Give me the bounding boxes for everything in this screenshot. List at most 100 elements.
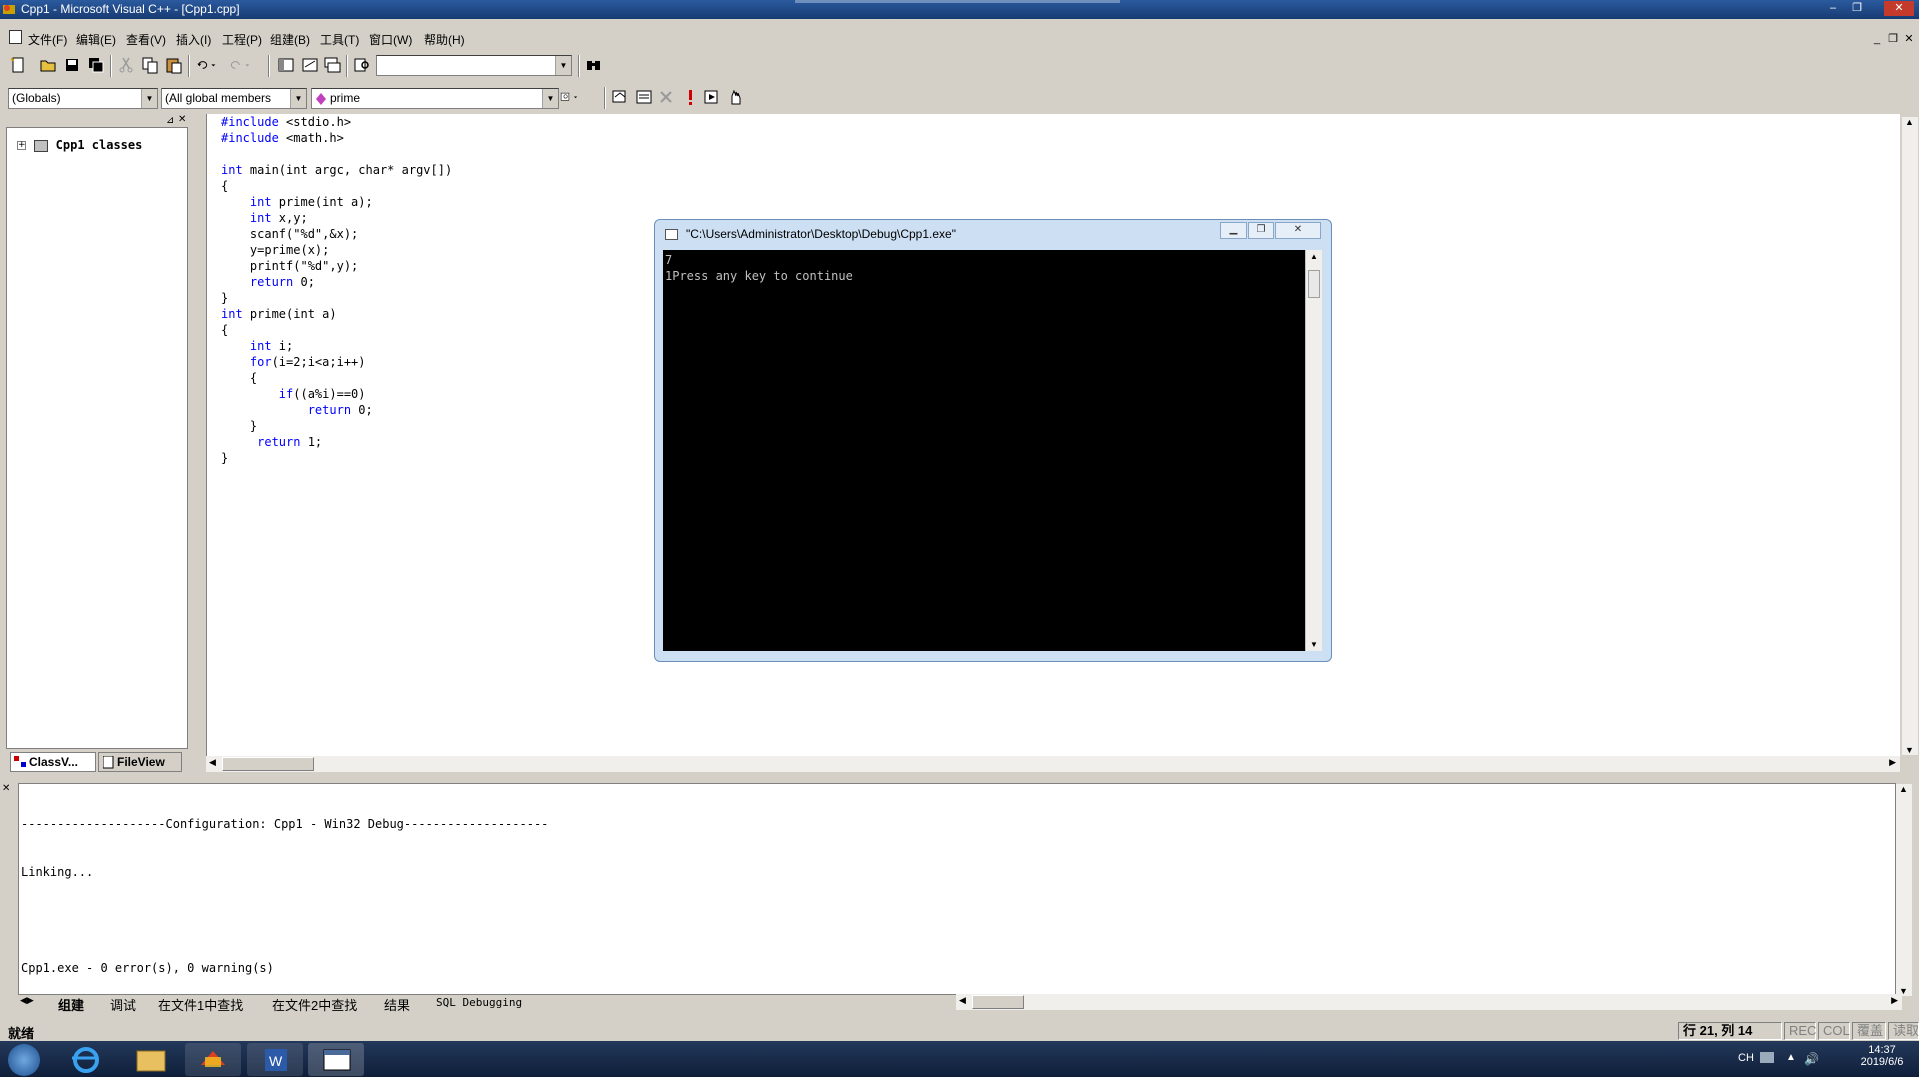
mdi-minimize-icon[interactable]: _ — [1870, 33, 1884, 46]
console-screen[interactable]: 7 1Press any key to continue — [663, 250, 1305, 651]
language-indicator[interactable]: CH — [1738, 1052, 1754, 1064]
file-explorer-icon[interactable] — [123, 1043, 179, 1076]
cut-icon[interactable] — [116, 55, 136, 75]
new-file-icon[interactable] — [8, 55, 28, 75]
output-panel-grip[interactable]: ✕ — [2, 783, 16, 803]
console-close-button[interactable]: ✕ — [1275, 222, 1321, 239]
console-restore-button[interactable]: ❐ — [1248, 222, 1274, 239]
menu-view[interactable]: 查看(V) — [126, 31, 166, 48]
redo-icon[interactable] — [230, 55, 260, 75]
start-button-icon[interactable] — [8, 1044, 40, 1076]
scroll-down-icon[interactable]: ▼ — [1310, 640, 1318, 649]
scroll-right-icon[interactable]: ▶ — [1889, 757, 1896, 768]
panel-dock-icon[interactable]: ⊿ — [166, 115, 174, 126]
undo-icon[interactable] — [196, 55, 226, 75]
scroll-up-icon[interactable]: ▲ — [1905, 117, 1914, 127]
scroll-left-icon[interactable]: ◀ — [959, 995, 966, 1006]
breakpoint-hand-icon[interactable] — [726, 87, 746, 107]
editor-horizontal-scrollbar[interactable]: ◀ ▶ — [206, 756, 1900, 772]
editor-vertical-scrollbar[interactable]: ▲ ▼ — [1902, 117, 1918, 755]
word-icon[interactable]: W — [247, 1043, 303, 1076]
scroll-thumb[interactable] — [972, 995, 1024, 1009]
find-in-files-icon[interactable] — [352, 55, 372, 75]
menu-edit[interactable]: 编辑(E) — [76, 31, 116, 48]
chevron-down-icon[interactable]: ▼ — [141, 89, 157, 108]
workspace-icon[interactable] — [276, 55, 296, 75]
minimize-button[interactable]: – — [1822, 1, 1844, 16]
panel-grip[interactable]: ⊿ ✕ — [6, 114, 188, 126]
members-combo[interactable]: (All global members ▼ — [161, 88, 307, 109]
save-all-icon[interactable] — [86, 55, 106, 75]
close-button[interactable]: ✕ — [1884, 1, 1914, 16]
tab-sql-debugging[interactable]: SQL Debugging — [436, 996, 522, 1009]
menu-tools[interactable]: 工具(T) — [320, 31, 359, 48]
keyboard-icon[interactable] — [1760, 1052, 1774, 1063]
menu-build[interactable]: 组建(B) — [270, 31, 310, 48]
paste-icon[interactable] — [164, 55, 184, 75]
scroll-thumb[interactable] — [1308, 270, 1320, 298]
output-vertical-scrollbar[interactable]: ▲ ▼ — [1896, 784, 1912, 996]
code-line: return 1; — [221, 434, 452, 450]
output-horizontal-scrollbar[interactable]: ◀ ▶ — [956, 994, 1902, 1010]
console-window[interactable]: "C:\Users\Administrator\Desktop\Debug\Cp… — [654, 219, 1332, 662]
mdi-close-icon[interactable]: ✕ — [1902, 33, 1916, 46]
code-line: for(i=2;i<a;i++) — [221, 354, 452, 370]
find-combo[interactable]: ▼ — [376, 55, 572, 76]
menu-insert[interactable]: 插入(I) — [176, 31, 211, 48]
tab-classview[interactable]: ClassV... — [10, 752, 96, 772]
panel-close-icon[interactable]: ✕ — [178, 114, 186, 125]
tab-results[interactable]: 结果 — [384, 995, 410, 1014]
execute-icon[interactable] — [680, 87, 700, 107]
source-code[interactable]: #include <stdio.h> #include <math.h> int m… — [221, 114, 452, 466]
tab-fileview[interactable]: FileView — [98, 752, 182, 772]
visual-cpp-taskbar-icon[interactable] — [185, 1043, 241, 1076]
console-taskbar-icon[interactable] — [308, 1043, 364, 1076]
clock[interactable]: 14:37 2019/6/6 — [1850, 1044, 1914, 1068]
tab-scroll-left-icon[interactable]: ◀▶ — [20, 995, 34, 1006]
mdi-restore-icon[interactable]: ❐ — [1886, 33, 1900, 46]
expand-plus-icon[interactable]: + — [17, 141, 26, 150]
save-icon[interactable] — [62, 55, 82, 75]
menu-help[interactable]: 帮助(H) — [424, 31, 465, 48]
restore-button[interactable]: ❐ — [1846, 1, 1868, 16]
tab-build[interactable]: 组建 — [58, 995, 84, 1014]
scroll-right-icon[interactable]: ▶ — [1891, 995, 1898, 1006]
internet-explorer-icon[interactable] — [58, 1043, 114, 1076]
output-window-icon[interactable] — [300, 55, 320, 75]
function-combo[interactable]: prime ▼ — [311, 88, 559, 109]
open-icon[interactable] — [38, 55, 58, 75]
copy-icon[interactable] — [140, 55, 160, 75]
console-minimize-button[interactable]: ▁ — [1220, 222, 1247, 239]
window-list-icon[interactable] — [322, 55, 342, 75]
code-line: int prime(int a) — [221, 306, 452, 322]
scroll-up-icon[interactable]: ▲ — [1899, 784, 1908, 794]
chevron-down-icon[interactable]: ▼ — [542, 89, 558, 108]
find-binoculars-icon[interactable] — [584, 55, 604, 75]
build-icon[interactable] — [634, 87, 654, 107]
menu-window[interactable]: 窗口(W) — [369, 31, 412, 48]
tray-expand-icon[interactable]: ▲ — [1786, 1052, 1796, 1063]
wizard-actions-icon[interactable] — [560, 87, 596, 107]
compile-icon[interactable] — [610, 87, 630, 107]
menu-file[interactable]: 文件(F) — [28, 31, 67, 48]
stop-build-icon[interactable] — [656, 87, 676, 107]
go-debug-icon[interactable] — [702, 87, 722, 107]
code-text: scanf("%d",&x); — [221, 227, 359, 241]
chevron-down-icon[interactable]: ▼ — [555, 56, 571, 75]
menu-project[interactable]: 工程(P) — [222, 31, 262, 48]
tab-debug[interactable]: 调试 — [110, 995, 136, 1014]
chevron-down-icon[interactable]: ▼ — [290, 89, 306, 108]
output-panel-close-icon[interactable]: ✕ — [2, 783, 10, 794]
scroll-up-icon[interactable]: ▲ — [1310, 252, 1318, 261]
volume-icon[interactable]: 🔊 — [1804, 1052, 1819, 1066]
scroll-down-icon[interactable]: ▼ — [1905, 745, 1914, 755]
scroll-thumb[interactable] — [222, 757, 314, 771]
tab-find-in-files-2[interactable]: 在文件2中查找 — [272, 995, 357, 1014]
code-line: y=prime(x); — [221, 242, 452, 258]
globals-combo[interactable]: (Globals) ▼ — [8, 88, 158, 109]
scroll-left-icon[interactable]: ◀ — [209, 757, 216, 768]
tab-find-in-files-1[interactable]: 在文件1中查找 — [158, 995, 243, 1014]
console-scrollbar[interactable]: ▲ ▼ — [1305, 250, 1322, 651]
clock-date: 2019/6/6 — [1860, 1056, 1904, 1068]
tree-root-label[interactable]: Cpp1 classes — [56, 138, 143, 152]
